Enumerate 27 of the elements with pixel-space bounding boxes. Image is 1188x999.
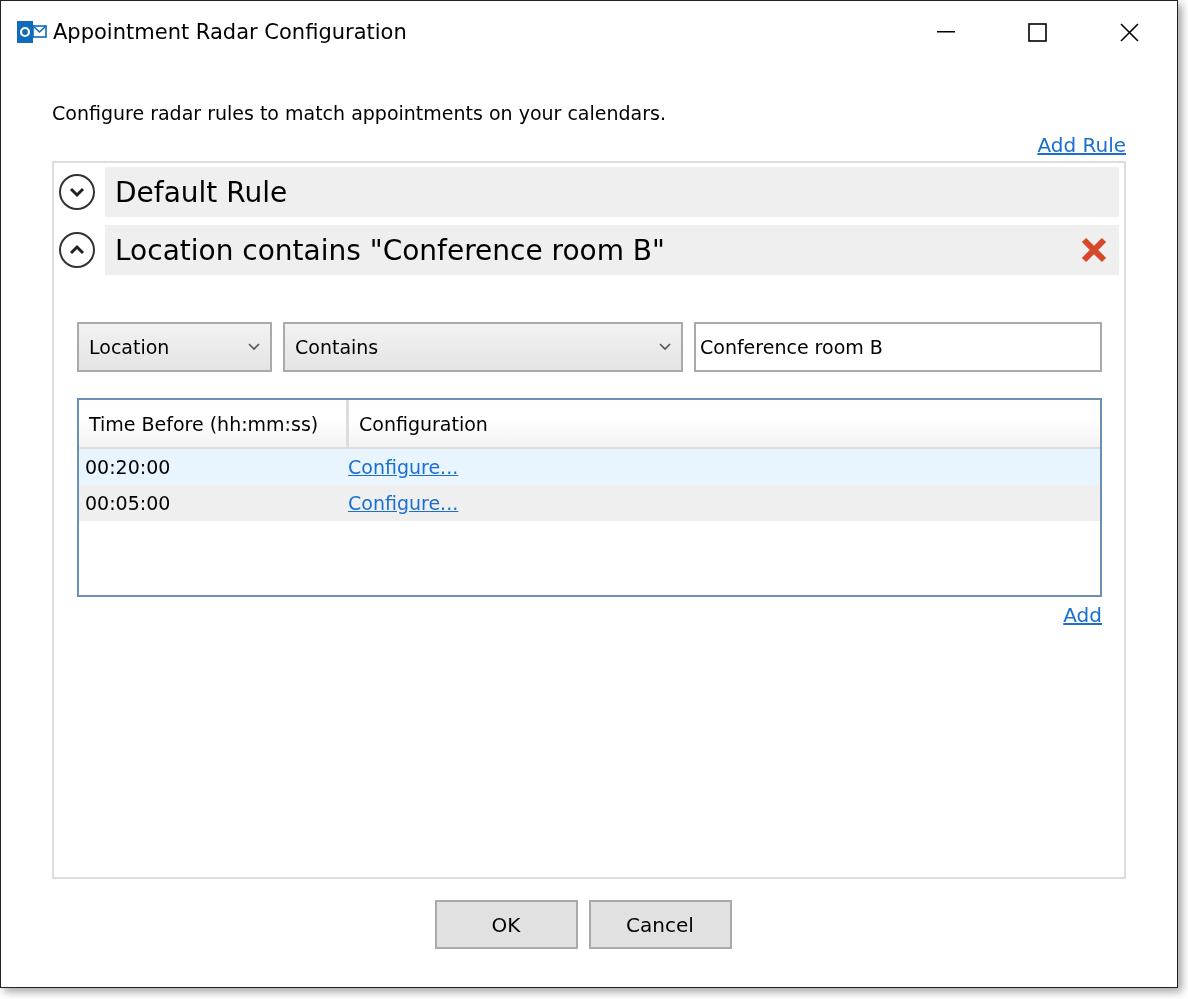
minimize-icon[interactable] [937, 31, 955, 33]
cancel-button[interactable]: Cancel [588, 900, 732, 949]
table-row[interactable]: 00:20:00 Configure... [79, 449, 1100, 485]
add-link[interactable]: Add [1063, 603, 1102, 627]
table-row[interactable]: 00:05:00 Configure... [79, 485, 1100, 521]
chevron-down-icon [659, 343, 671, 351]
column-header[interactable]: Time Before (hh:mm:ss) [79, 400, 349, 447]
description-text: Configure radar rules to match appointments on your calendars. [52, 101, 667, 126]
delete-icon[interactable] [1081, 237, 1107, 263]
expander-icon[interactable] [58, 231, 96, 269]
value-input-field[interactable]: Conference room B [694, 322, 1102, 372]
time-cell-text: 00:20:00 [84, 456, 172, 478]
configure-link[interactable]: Configure... [348, 492, 459, 514]
expander-icon[interactable] [58, 173, 96, 211]
maximize-icon[interactable] [1028, 22, 1047, 42]
operator-dropdown[interactable]: Contains [283, 322, 683, 372]
mail-app-icon [17, 18, 47, 46]
ok-button[interactable]: OK [434, 900, 578, 949]
rule-header[interactable]: Location contains "Conference room B" [105, 225, 1119, 275]
rule-header[interactable]: Default Rule [105, 167, 1119, 217]
close-icon[interactable] [1120, 22, 1139, 42]
window-title: Appointment Radar Configuration [53, 20, 407, 44]
configure-link[interactable]: Configure... [348, 456, 459, 478]
time-cell-text: 00:05:00 [84, 492, 172, 514]
field-dropdown[interactable]: Location [77, 322, 272, 372]
add-rule-link[interactable]: Add Rule [1037, 133, 1126, 157]
chevron-down-icon [248, 343, 260, 351]
